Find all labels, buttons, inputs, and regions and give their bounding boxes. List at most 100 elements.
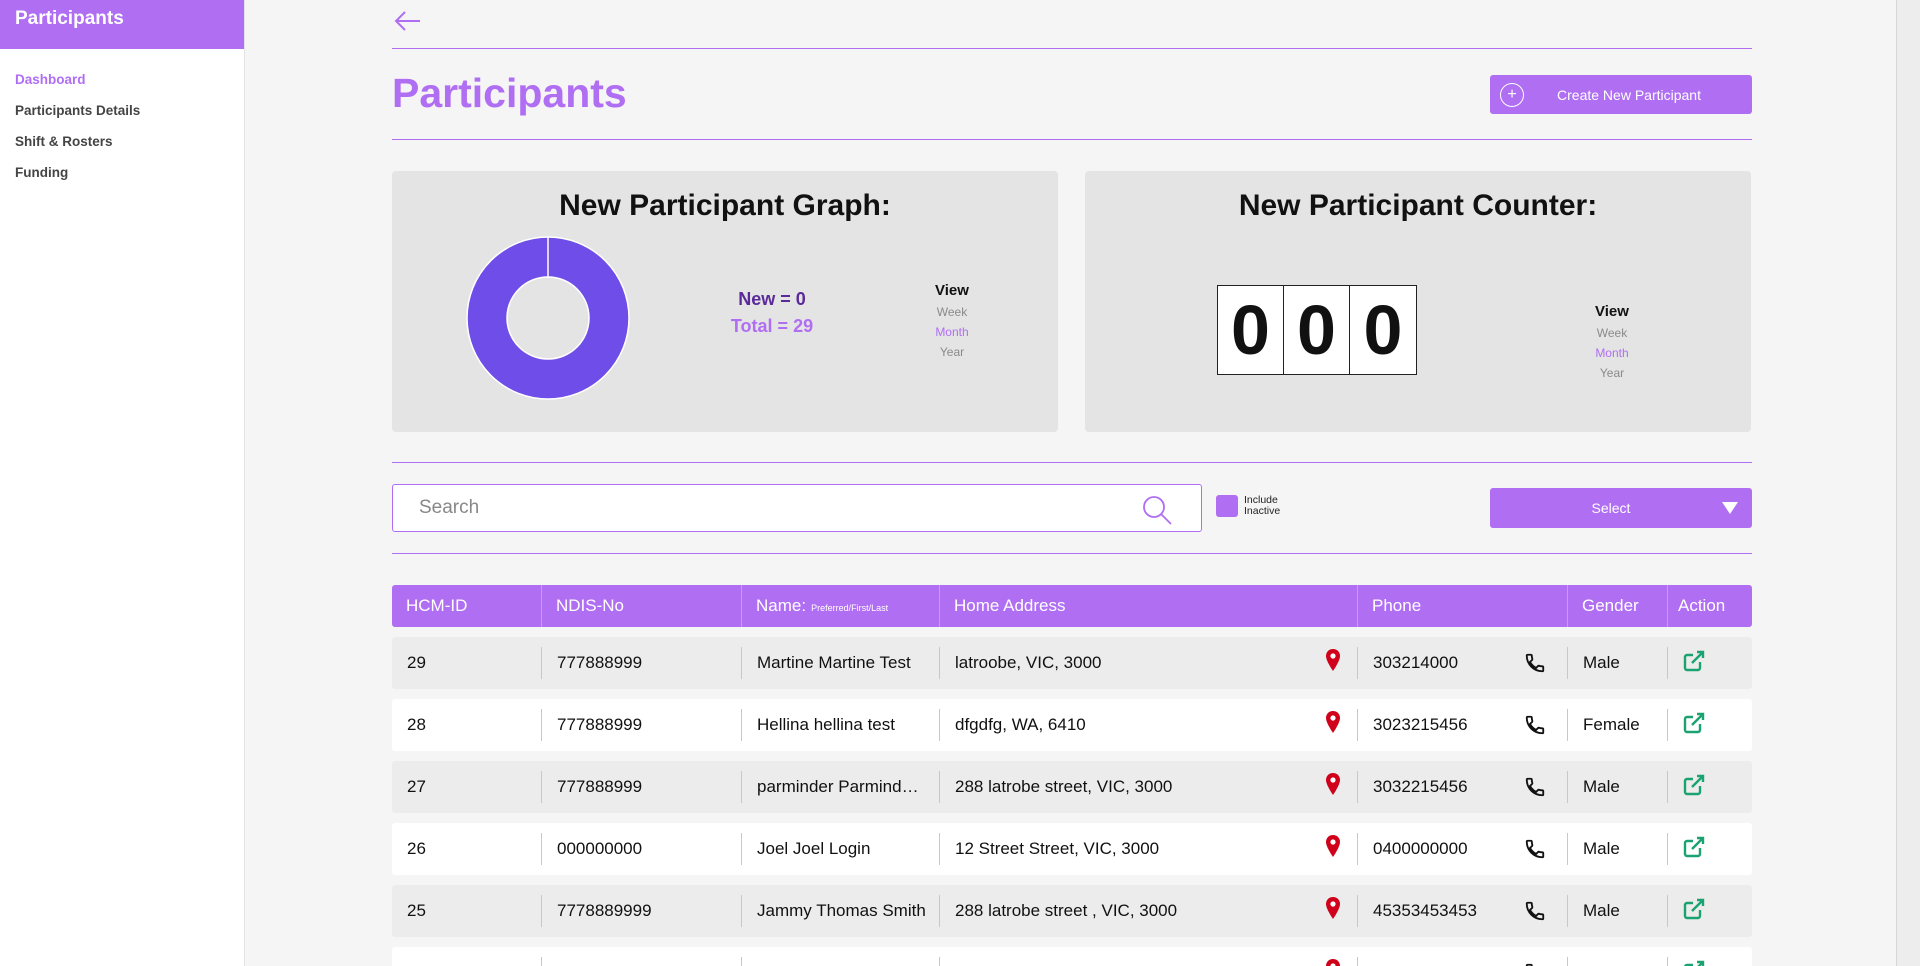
- cell-hcm-id: 27: [392, 761, 542, 813]
- cell-name: Jammy Thomas Smith: [742, 885, 940, 937]
- cell-text: 288 latrobe street , VIC, 3000: [955, 901, 1178, 920]
- cell-ndis-no: 777888999: [542, 699, 742, 751]
- cell-ndis-no: 000000000: [542, 823, 742, 875]
- column-header-home-address[interactable]: Home Address: [940, 585, 1358, 627]
- sidebar-item-shift-rosters[interactable]: Shift & Rosters: [0, 127, 244, 158]
- view-option-month[interactable]: Month: [922, 325, 982, 339]
- sidebar-nav: Dashboard Participants Details Shift & R…: [0, 49, 244, 189]
- cell-text: 3023215456: [1373, 715, 1468, 734]
- external-link-icon[interactable]: [1682, 711, 1706, 740]
- graph-stats: New = 0 Total = 29: [722, 289, 822, 337]
- cell-text: Female: [1583, 715, 1640, 734]
- map-pin-icon[interactable]: [1326, 835, 1340, 862]
- map-pin-icon[interactable]: [1326, 649, 1340, 676]
- cell-action: [1668, 699, 1752, 751]
- cell-hcm-id: 29: [392, 637, 542, 689]
- phone-icon[interactable]: [1524, 776, 1546, 803]
- cell-action: [1668, 761, 1752, 813]
- cell-text: 777888999: [557, 777, 643, 796]
- map-pin-icon[interactable]: [1326, 773, 1340, 800]
- view-option-month[interactable]: Month: [1582, 346, 1642, 360]
- phone-icon[interactable]: [1524, 962, 1546, 966]
- cell-text: 0400000000: [1373, 839, 1468, 858]
- column-header-ndis-no[interactable]: NDIS-No: [542, 585, 742, 627]
- cell-home-address: 288 latrobe street , VIC, 3000: [940, 885, 1358, 937]
- cell-phone: 3032215456: [1358, 761, 1568, 813]
- external-link-icon[interactable]: [1682, 773, 1706, 802]
- cell-hcm-id: 26: [392, 823, 542, 875]
- caret-down-icon: [1722, 502, 1738, 514]
- map-pin-icon[interactable]: [1326, 959, 1340, 966]
- name-header-label: Name:: [756, 596, 807, 615]
- phone-icon[interactable]: [1524, 652, 1546, 679]
- column-header-name[interactable]: Name: Preferred/First/Last: [742, 585, 940, 627]
- view-option-year[interactable]: Year: [1582, 366, 1642, 380]
- cell-home-address: [940, 947, 1358, 966]
- counter-card-title: New Participant Counter:: [1238, 189, 1598, 222]
- cell-hcm-id: 28: [392, 699, 542, 751]
- table-row[interactable]: 28 777888999 Hellina hellina test dfgdfg, W…: [392, 699, 1752, 751]
- view-option-week[interactable]: Week: [922, 305, 982, 319]
- divider: [392, 462, 1752, 463]
- map-pin-icon[interactable]: [1326, 897, 1340, 924]
- column-header-action: Action: [1678, 596, 1726, 615]
- phone-icon[interactable]: [1524, 900, 1546, 927]
- view-title: View: [1595, 303, 1629, 320]
- back-arrow-icon[interactable]: [392, 8, 422, 34]
- sidebar-item-funding[interactable]: Funding: [0, 158, 244, 189]
- page-title: Participants: [392, 70, 627, 116]
- cell-name: [742, 947, 940, 966]
- external-link-icon[interactable]: [1682, 649, 1706, 678]
- phone-icon[interactable]: [1524, 714, 1546, 741]
- view-option-week[interactable]: Week: [1582, 326, 1642, 340]
- sidebar-item-dashboard[interactable]: Dashboard: [0, 65, 244, 96]
- search-input[interactable]: [393, 485, 1093, 531]
- table-body: 29 777888999 Martine Martine Test latroobe,…: [392, 637, 1752, 966]
- table-row[interactable]: [392, 947, 1752, 966]
- sidebar: Participants Dashboard Participants Deta…: [0, 0, 245, 966]
- external-link-icon[interactable]: [1682, 897, 1706, 926]
- select-dropdown[interactable]: Select: [1490, 488, 1752, 528]
- cell-action: [1668, 823, 1752, 875]
- table-row[interactable]: 25 7778889999 Jammy Thomas Smith 288 latrob…: [392, 885, 1752, 937]
- cell-home-address: 12 Street Street, VIC, 3000: [940, 823, 1358, 875]
- donut-inner-border: [506, 276, 590, 360]
- scrollbar-track[interactable]: [1896, 0, 1920, 966]
- table-row[interactable]: 27 777888999 parminder Parminder Test 288 l…: [392, 761, 1752, 813]
- phone-icon[interactable]: [1524, 838, 1546, 865]
- cell-home-address: 288 latrobe street, VIC, 3000: [940, 761, 1358, 813]
- divider: [392, 139, 1752, 140]
- cell-text: 000000000: [557, 839, 643, 858]
- divider: [392, 553, 1752, 554]
- column-header-hcm-id[interactable]: HCM-ID: [392, 585, 542, 627]
- new-participant-graph-card: New Participant Graph: New = 0 Total = 2…: [392, 171, 1058, 432]
- include-inactive-label: Include Inactive: [1244, 494, 1281, 517]
- cell-home-address: dfgdfg, WA, 6410: [940, 699, 1358, 751]
- external-link-icon[interactable]: [1682, 835, 1706, 864]
- cell-text: Male: [1583, 839, 1620, 858]
- view-option-year[interactable]: Year: [922, 345, 982, 359]
- external-link-icon[interactable]: [1682, 959, 1706, 966]
- sidebar-item-participants-details[interactable]: Participants Details: [0, 96, 244, 127]
- create-new-participant-button[interactable]: + Create New Participant: [1490, 75, 1752, 114]
- cell-gender: Male: [1568, 637, 1668, 689]
- graph-view-selector: View Week Month Year: [922, 282, 982, 359]
- include-inactive-checkbox[interactable]: [1216, 495, 1238, 517]
- column-header-phone[interactable]: Phone: [1358, 585, 1568, 627]
- cell-phone: 3023215456: [1358, 699, 1568, 751]
- cell-ndis-no: [542, 947, 742, 966]
- cell-hcm-id: [392, 947, 542, 966]
- sidebar-title: Participants: [0, 0, 244, 49]
- cell-text: 777888999: [557, 653, 643, 672]
- table-row[interactable]: 29 777888999 Martine Martine Test latroobe,…: [392, 637, 1752, 689]
- search-icon[interactable]: [1141, 494, 1173, 526]
- map-pin-icon[interactable]: [1326, 711, 1340, 738]
- select-label: Select: [1591, 500, 1631, 516]
- cell-text: Male: [1583, 777, 1620, 796]
- name-header-sub: Preferred/First/Last: [811, 603, 889, 613]
- cell-text: 7778889999: [557, 901, 652, 920]
- cell-text: 303214000: [1373, 653, 1459, 672]
- cell-home-address: latroobe, VIC, 3000: [940, 637, 1358, 689]
- table-row[interactable]: 26 000000000 Joel Joel Login 12 Street Stre…: [392, 823, 1752, 875]
- column-header-gender[interactable]: Gender: [1568, 585, 1668, 627]
